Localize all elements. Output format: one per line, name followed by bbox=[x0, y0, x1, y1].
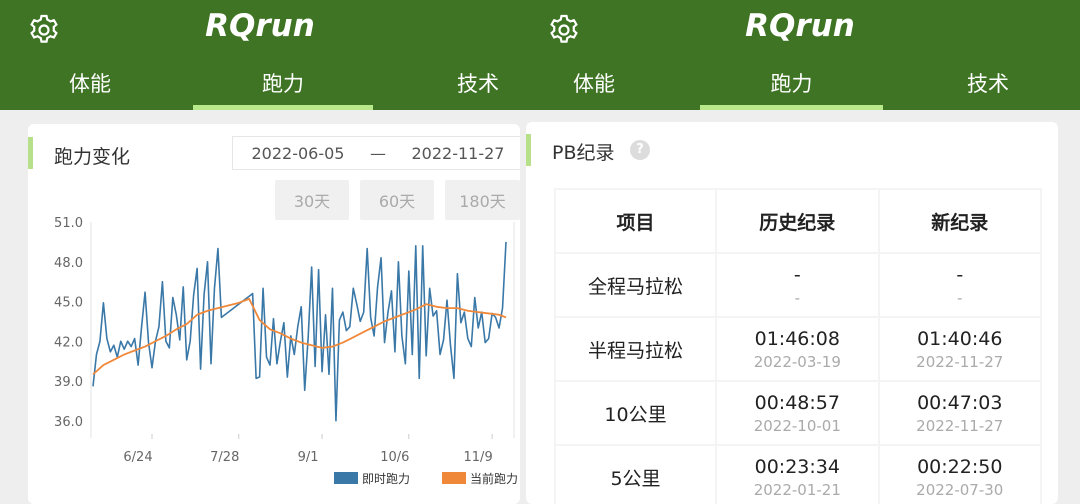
y-tick-label: 45.0 bbox=[54, 296, 83, 311]
history-date: 2022-03-19 bbox=[753, 352, 841, 371]
new-date: 2022-07-30 bbox=[916, 480, 1004, 499]
history-time: 00:48:57 bbox=[754, 391, 840, 414]
event-name: 10公里 bbox=[604, 403, 667, 426]
history-date: 2022-10-01 bbox=[753, 416, 841, 435]
new-time: 00:47:03 bbox=[917, 391, 1003, 414]
new-time: - bbox=[956, 263, 964, 286]
history-time: 00:23:34 bbox=[754, 455, 840, 478]
legend-label: 当前跑力 bbox=[470, 471, 518, 486]
tab-label: 体能 bbox=[573, 72, 615, 96]
table-row: 全程马拉松 - - - - bbox=[553, 252, 1043, 318]
pb-record-card: PB纪录 ? 项目 历史纪录 新纪录 全程马拉松 - - - - 半程马拉松 01:… bbox=[526, 122, 1058, 504]
legend-label: 即时跑力 bbox=[362, 472, 410, 486]
header-event: 项目 bbox=[553, 188, 718, 254]
x-tick-label: 11/9 bbox=[464, 450, 493, 465]
right-screen: RQrun 体能 跑力 技术 PB纪录 ? 项目 历史纪录 新纪录 全程马拉松 … bbox=[520, 0, 1080, 504]
y-tick-label: 42.0 bbox=[54, 335, 83, 350]
help-icon[interactable]: ? bbox=[630, 140, 650, 160]
y-tick-label: 36.0 bbox=[54, 415, 83, 430]
app-header: RQrun 体能 跑力 技术 bbox=[0, 0, 520, 110]
history-time: - bbox=[793, 263, 801, 286]
tab-fitness[interactable]: 体能 bbox=[544, 68, 644, 104]
app-title: RQrun bbox=[205, 8, 315, 44]
new-date: 2022-11-27 bbox=[916, 416, 1004, 435]
pb-table: 项目 历史纪录 新纪录 全程马拉松 - - - - 半程马拉松 01:46:08 20… bbox=[553, 188, 1043, 504]
new-time: 01:40:46 bbox=[917, 327, 1003, 350]
tab-running-power[interactable]: 跑力 bbox=[700, 68, 883, 110]
running-power-chart: 51.0 48.0 45.0 42.0 39.0 36.0 6/24 7/28 9/1 10/6… bbox=[54, 216, 518, 486]
new-date: - bbox=[957, 288, 963, 307]
event-name: 半程马拉松 bbox=[588, 339, 684, 362]
tab-fitness[interactable]: 体能 bbox=[40, 68, 140, 104]
header-new: 新纪录 bbox=[877, 188, 1043, 254]
tab-technique[interactable]: 技术 bbox=[938, 68, 1038, 104]
series-line-instant-power bbox=[92, 241, 507, 422]
tab-label: 体能 bbox=[69, 72, 111, 96]
tab-label: 技术 bbox=[967, 72, 1009, 96]
card-title: PB纪录 bbox=[552, 142, 615, 164]
event-name: 全程马拉松 bbox=[588, 275, 684, 298]
tab-label: 跑力 bbox=[262, 72, 304, 96]
event-name: 5公里 bbox=[610, 467, 661, 490]
legend-swatch bbox=[442, 472, 466, 484]
left-screen: RQrun 体能 跑力 技术 跑力变化 2022-06-05 — 2022-11… bbox=[0, 0, 520, 504]
y-tick-label: 39.0 bbox=[54, 375, 83, 390]
history-date: 2022-01-21 bbox=[753, 480, 841, 499]
app-header: RQrun 体能 跑力 技术 bbox=[520, 0, 1080, 110]
table-header-row: 项目 历史纪录 新纪录 bbox=[553, 188, 1043, 254]
app-title: RQrun bbox=[745, 8, 855, 44]
tab-running-power[interactable]: 跑力 bbox=[193, 68, 373, 110]
legend-swatch bbox=[334, 472, 358, 484]
history-date: - bbox=[794, 288, 800, 307]
x-tick-label: 7/28 bbox=[210, 450, 239, 465]
y-tick-label: 51.0 bbox=[54, 216, 83, 231]
header-history: 历史纪录 bbox=[715, 188, 880, 254]
active-tab-indicator bbox=[700, 105, 883, 110]
running-power-card: 跑力变化 2022-06-05 — 2022-11-27 30天 60天 180… bbox=[28, 124, 520, 504]
tab-label: 跑力 bbox=[770, 72, 813, 96]
table-row: 10公里 00:48:57 2022-10-01 00:47:03 2022-11-… bbox=[553, 380, 1043, 446]
x-tick-label: 6/24 bbox=[123, 450, 152, 465]
card-accent bbox=[526, 134, 531, 166]
history-time: 01:46:08 bbox=[754, 327, 840, 350]
active-tab-indicator bbox=[193, 105, 373, 110]
tab-label: 技术 bbox=[457, 72, 499, 96]
x-tick-label: 10/6 bbox=[380, 450, 409, 465]
table-row: 半程马拉松 01:46:08 2022-03-19 01:40:46 2022-11… bbox=[553, 316, 1043, 382]
table-row: 5公里 00:23:34 2022-01-21 00:22:50 2022-07-3… bbox=[553, 444, 1043, 504]
new-date: 2022-11-27 bbox=[916, 352, 1004, 371]
new-time: 00:22:50 bbox=[917, 455, 1003, 478]
tab-technique[interactable]: 技术 bbox=[428, 68, 520, 104]
y-tick-label: 48.0 bbox=[54, 256, 83, 271]
x-tick-label: 9/1 bbox=[298, 450, 319, 465]
